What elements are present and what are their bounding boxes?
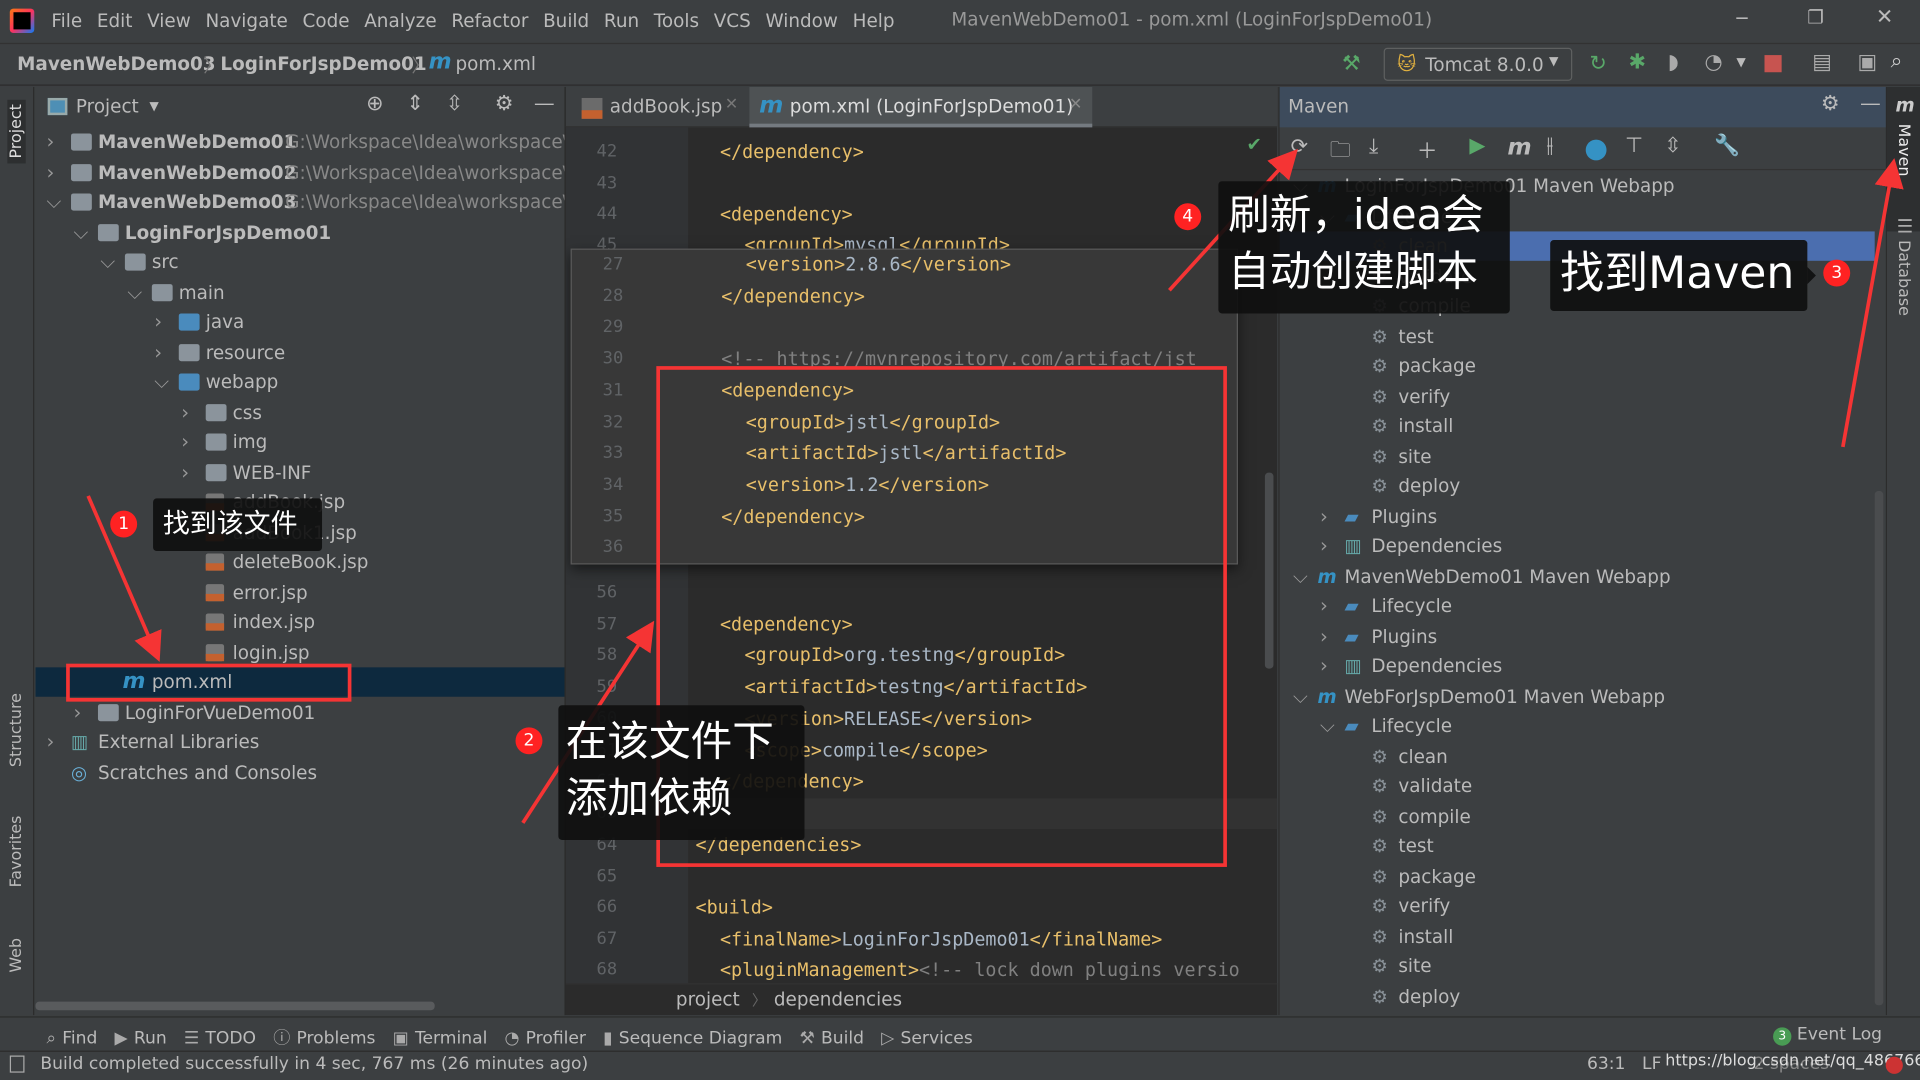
annotation-pointer: [1807, 266, 1816, 285]
annotation-find-maven: 找到Maven: [1550, 240, 1808, 312]
annotation-text: 刷新，idea会: [1228, 191, 1484, 241]
arrow-3: [1841, 158, 1904, 448]
annotation-text: 找到该文件: [162, 509, 298, 541]
annotation-find-file: 找到该文件: [153, 498, 323, 552]
annotation-text: 自动创建脚本: [1228, 247, 1478, 297]
annotation-text: 添加依赖: [565, 773, 733, 823]
step-badge-4: 4: [1174, 203, 1202, 231]
annotation-text: 找到Maven: [1560, 248, 1795, 299]
annotation-text: 在该文件下: [565, 717, 774, 767]
step-badge-1: 1: [110, 510, 138, 538]
annotation-refresh: 刷新，idea会 自动创建脚本: [1218, 181, 1510, 314]
step-badge-2: 2: [515, 727, 543, 755]
ide-window: File Edit View Navigate Code Analyze Refactor B…: [0, 0, 1920, 1080]
annotation-add-dependency: 在该文件下 添加依赖: [558, 705, 805, 841]
step-badge-3: 3: [1823, 259, 1851, 287]
